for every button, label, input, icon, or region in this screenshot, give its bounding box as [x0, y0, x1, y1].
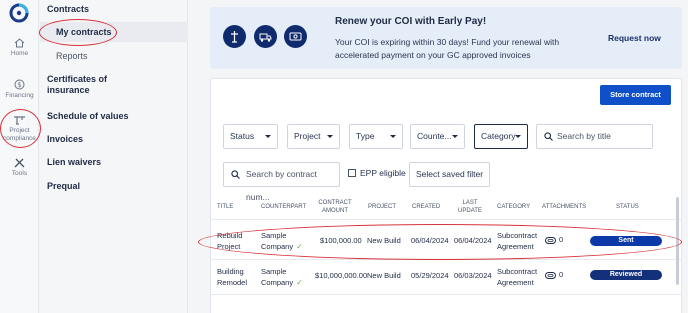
saved-filter-select[interactable]: Select saved filter [409, 162, 490, 187]
epp-eligible-checkbox[interactable]: EPP eligible [348, 168, 406, 178]
icon-rail: Home $ Financing Project compliance Tool… [0, 0, 39, 313]
nav-item-lien-waivers[interactable]: Lien waivers [47, 157, 101, 168]
chevron-down-icon [327, 135, 333, 138]
truck-icon [254, 25, 277, 48]
contracts-card: Store contract Status Project Type Count… [210, 78, 682, 313]
app-logo-icon[interactable] [9, 3, 29, 23]
column-header-counterpart: COUNTERPART [261, 204, 307, 210]
banner-text: Your COI is expiring within 30 days! Fun… [335, 37, 560, 60]
row1-attachment-count: 0 [559, 235, 564, 244]
nav-item-schedule-of-values[interactable]: Schedule of values [47, 111, 129, 122]
chevron-down-icon [452, 135, 458, 138]
tools-icon [14, 158, 25, 168]
row1-title[interactable]: Rebuild Project [217, 230, 257, 252]
table-divider [211, 259, 681, 260]
column-header-amount: CONTRACT AMOUNT [318, 200, 352, 214]
search-title-input[interactable]: Search by title [536, 124, 653, 149]
row1-attachments[interactable]: 0 [545, 235, 563, 244]
status-filter-label: Status [230, 131, 255, 141]
search-contract-number-input[interactable]: Search by contract num... [223, 162, 340, 202]
row1-amount: $100,000.00 [320, 236, 362, 245]
column-header-category: CATEGORY [497, 204, 531, 210]
epp-eligible-label: EPP eligible [360, 168, 406, 178]
rail-item-label: Project compliance [3, 127, 36, 142]
row1-category: Subcontract Agreement [497, 231, 538, 251]
project-filter-label: Project [294, 131, 321, 141]
row1-status-badge: Sent [590, 236, 662, 246]
row2-attachments[interactable]: 0 [545, 270, 563, 279]
column-header-project: PROJECT [368, 204, 397, 210]
row2-counterpart: Sample Company ✓ [261, 266, 309, 288]
rail-item-project-compliance[interactable]: Project compliance [0, 115, 39, 143]
check-icon: ✓ [296, 278, 303, 287]
search-icon [544, 132, 553, 141]
search-title-placeholder: Search by title [557, 131, 611, 141]
nav-item-reports[interactable]: Reports [56, 51, 88, 62]
column-header-last-update: LAST UPDATE [458, 200, 482, 214]
row2-status-badge: Reviewed [590, 270, 662, 280]
counterpart-filter-label: Counte... [417, 131, 452, 141]
rail-item-financing[interactable]: $ Financing [0, 79, 39, 100]
checkbox-icon [348, 169, 356, 177]
rail-item-tools[interactable]: Tools [0, 158, 39, 178]
row1-counterpart: Sample Company ✓ [261, 230, 309, 252]
table-divider [211, 219, 681, 220]
status-filter[interactable]: Status [223, 124, 278, 149]
row2-updated: 06/03/2024 [454, 271, 492, 280]
type-filter-label: Type [356, 131, 375, 141]
rail-item-label: Home [10, 50, 29, 57]
column-header-title: TITLE [217, 204, 234, 210]
row1-project: New Build [367, 236, 401, 245]
table-scrollbar[interactable] [676, 197, 679, 285]
rail-item-label: Tools [11, 170, 28, 177]
svg-text:$: $ [17, 81, 21, 89]
row2-project: New Build [367, 271, 401, 280]
chevron-down-icon [265, 135, 271, 138]
store-contract-button[interactable]: Store contract [600, 85, 671, 105]
paperclip-icon [545, 272, 556, 279]
nav-item-my-contracts[interactable]: My contracts [56, 27, 112, 38]
nav-item-certificates-of-insurance[interactable]: Certificates of insurance [47, 74, 137, 96]
money-icon [284, 25, 307, 48]
nav-item-invoices[interactable]: Invoices [47, 134, 83, 145]
type-filter[interactable]: Type [349, 124, 403, 149]
home-icon [14, 38, 25, 48]
row2-category: Subcontract Agreement [497, 267, 538, 287]
chevron-down-icon [390, 135, 396, 138]
column-header-attachments: ATTACHMENTS [542, 204, 587, 210]
category-filter[interactable]: Category [474, 124, 528, 149]
project-filter[interactable]: Project [287, 124, 340, 149]
column-header-status: STATUS [616, 204, 639, 210]
early-pay-banner: Renew your COI with Early Pay! Your COI … [210, 7, 682, 69]
category-filter-label: Category [481, 131, 516, 141]
bank-icon [223, 25, 246, 48]
rail-item-home[interactable]: Home [0, 38, 39, 58]
row2-amount: $10,000,000.00 [315, 271, 368, 280]
crane-icon [14, 116, 25, 125]
counterpart-filter[interactable]: Counte... [410, 124, 465, 149]
row1-counterpart-text: Sample Company [261, 231, 294, 251]
rail-item-label: Financing [5, 92, 34, 99]
column-header-created: CREATED [412, 204, 441, 210]
chevron-down-icon [515, 135, 521, 138]
dollar-icon: $ [14, 79, 25, 90]
request-now-link[interactable]: Request now [608, 33, 661, 43]
nav-section-contracts[interactable]: Contracts [47, 4, 89, 15]
contracts-nav: Contracts My contracts Reports Certifica… [40, 0, 188, 313]
check-icon: ✓ [296, 242, 303, 251]
banner-title: Renew your COI with Early Pay! [335, 16, 487, 27]
search-number-placeholder: Search by contract num... [246, 169, 317, 202]
row2-created: 05/29/2024 [411, 271, 449, 280]
paperclip-icon [545, 237, 556, 244]
table-divider [211, 294, 681, 295]
nav-item-prequal[interactable]: Prequal [47, 181, 80, 192]
saved-filter-label: Select saved filter [416, 169, 484, 179]
row2-title[interactable]: Building Remodel [217, 266, 257, 288]
row2-counterpart-text: Sample Company [261, 267, 294, 287]
row1-created: 06/04/2024 [411, 236, 449, 245]
row1-updated: 06/04/2024 [454, 236, 492, 245]
row2-attachment-count: 0 [559, 270, 564, 279]
search-icon [231, 170, 240, 179]
